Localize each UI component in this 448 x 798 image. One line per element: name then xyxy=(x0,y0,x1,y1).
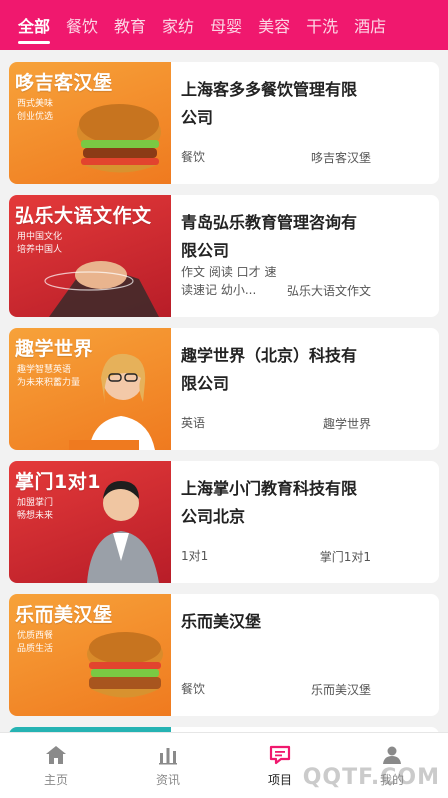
project-tags: 餐饮 xyxy=(181,150,206,164)
project-list[interactable]: 哆吉客汉堡 西式美味 创业优选 上海客多多餐饮管理有限公司 餐饮 哆吉客汉堡 弘… xyxy=(0,50,448,732)
thumb-title: 掌门1对1 xyxy=(15,471,101,493)
project-card[interactable]: 趣学世界 趣学智慧英语 为未来积蓄力量 趣学世界（北京）科技有限公司 英语 趣学… xyxy=(9,328,439,450)
tab-all[interactable]: 全部 xyxy=(10,0,58,50)
project-meta: 1对1 掌门1对1 xyxy=(181,547,371,565)
brand-name: 乐而美汉堡 xyxy=(310,683,371,697)
project-card[interactable]: 掌门1对1 加盟掌门 畅想未来 上海掌小门教育科技有限公司北京 1对1 掌门1对… xyxy=(9,461,439,583)
thumb-subtitle: 畅想未来 xyxy=(17,511,54,521)
tab-catering[interactable]: 餐饮 xyxy=(58,0,106,50)
chat-list-icon xyxy=(269,745,291,765)
project-thumbnail: 趣学世界 趣学智慧英语 为未来积蓄力量 xyxy=(9,328,171,450)
project-card[interactable]: 弘乐大语文作文 用中国文化 培养中国人 青岛弘乐教育管理咨询有限公司 作文 阅读… xyxy=(9,195,439,317)
thumb-subtitle: 品质生活 xyxy=(17,644,54,654)
brand-name: 趣学世界 xyxy=(322,417,371,431)
project-info: 趣学世界（北京）科技有限公司 英语 趣学世界 xyxy=(171,328,439,450)
project-tags: 作文 阅读 口才 速读速记 幼小... xyxy=(181,265,277,297)
thumb-subtitle: 西式美味 xyxy=(17,99,54,109)
thumb-subtitle: 为未来积蓄力量 xyxy=(17,378,81,388)
tab-beauty[interactable]: 美容 xyxy=(250,0,298,50)
project-info: 乐而美汉堡 餐饮 乐而美汉堡 xyxy=(171,594,439,716)
nav-label: 项目 xyxy=(267,773,292,787)
thumb-title: 弘乐大语文作文 xyxy=(15,205,152,227)
thumb-subtitle: 用中国文化 xyxy=(17,232,63,242)
tab-home-textile[interactable]: 家纺 xyxy=(154,0,202,50)
brand-name: 掌门1对1 xyxy=(319,550,371,564)
nav-news[interactable]: 资讯 xyxy=(112,733,224,798)
project-info: 上海掌小门教育科技有限公司北京 1对1 掌门1对1 xyxy=(171,461,439,583)
nav-label: 主页 xyxy=(43,773,68,787)
thumb-subtitle: 优质西餐 xyxy=(17,631,54,641)
tab-mother-baby[interactable]: 母婴 xyxy=(202,0,250,50)
category-tab-bar: 全部 餐饮 教育 家纺 母婴 美容 干洗 酒店 xyxy=(0,0,448,50)
company-name: 乐而美汉堡 xyxy=(181,612,262,631)
company-name: 上海客多多餐饮管理有限公司 xyxy=(181,80,358,127)
thumb-subtitle: 加盟掌门 xyxy=(17,498,54,508)
project-info: 上海客多多餐饮管理有限公司 餐饮 哆吉客汉堡 xyxy=(171,62,439,184)
project-meta: 作文 阅读 口才 速读速记 幼小... 弘乐大语文作文 xyxy=(181,263,371,299)
project-meta: 餐饮 乐而美汉堡 xyxy=(181,680,371,698)
project-card[interactable]: 哆吉客汉堡 西式美味 创业优选 上海客多多餐饮管理有限公司 餐饮 哆吉客汉堡 xyxy=(9,62,439,184)
watermark: QQTF.COM xyxy=(302,765,440,790)
project-tags: 英语 xyxy=(181,416,206,430)
project-tags: 餐饮 xyxy=(181,682,206,696)
company-name: 趣学世界（北京）科技有限公司 xyxy=(181,346,358,393)
brand-name: 弘乐大语文作文 xyxy=(286,284,371,298)
project-info: 青岛弘乐教育管理咨询有限公司 作文 阅读 口才 速读速记 幼小... 弘乐大语文… xyxy=(171,195,439,317)
project-thumbnail: 掌门1对1 加盟掌门 畅想未来 xyxy=(9,461,171,583)
tab-dry-cleaning[interactable]: 干洗 xyxy=(298,0,346,50)
project-thumbnail: 乐而美汉堡 优质西餐 品质生活 xyxy=(9,594,171,716)
company-name: 青岛弘乐教育管理咨询有限公司 xyxy=(181,213,358,260)
project-tags: 1对1 xyxy=(181,549,209,563)
thumb-subtitle: 趣学智慧英语 xyxy=(17,365,72,375)
thumb-title: 趣学世界 xyxy=(15,338,94,360)
nav-label: 资讯 xyxy=(155,773,180,787)
nav-home[interactable]: 主页 xyxy=(0,733,112,798)
user-icon xyxy=(383,746,401,764)
home-icon xyxy=(46,746,66,764)
tab-hotel[interactable]: 酒店 xyxy=(346,0,394,50)
project-meta: 餐饮 哆吉客汉堡 xyxy=(181,148,371,166)
thumb-subtitle: 培养中国人 xyxy=(17,245,63,255)
project-thumbnail: 弘乐大语文作文 用中国文化 培养中国人 xyxy=(9,195,171,317)
bar-chart-icon xyxy=(159,748,177,765)
project-thumbnail: 哆吉客汉堡 西式美味 创业优选 xyxy=(9,62,171,184)
thumb-subtitle: 创业优选 xyxy=(17,112,54,122)
project-meta: 英语 趣学世界 xyxy=(181,414,371,432)
company-name: 上海掌小门教育科技有限公司北京 xyxy=(181,479,358,526)
thumb-title: 哆吉客汉堡 xyxy=(15,72,113,94)
tab-education[interactable]: 教育 xyxy=(106,0,154,50)
thumb-title: 乐而美汉堡 xyxy=(15,604,113,626)
project-card[interactable]: 乐而美汉堡 优质西餐 品质生活 乐而美汉堡 餐饮 乐而美汉堡 xyxy=(9,594,439,716)
brand-name: 哆吉客汉堡 xyxy=(310,151,371,165)
